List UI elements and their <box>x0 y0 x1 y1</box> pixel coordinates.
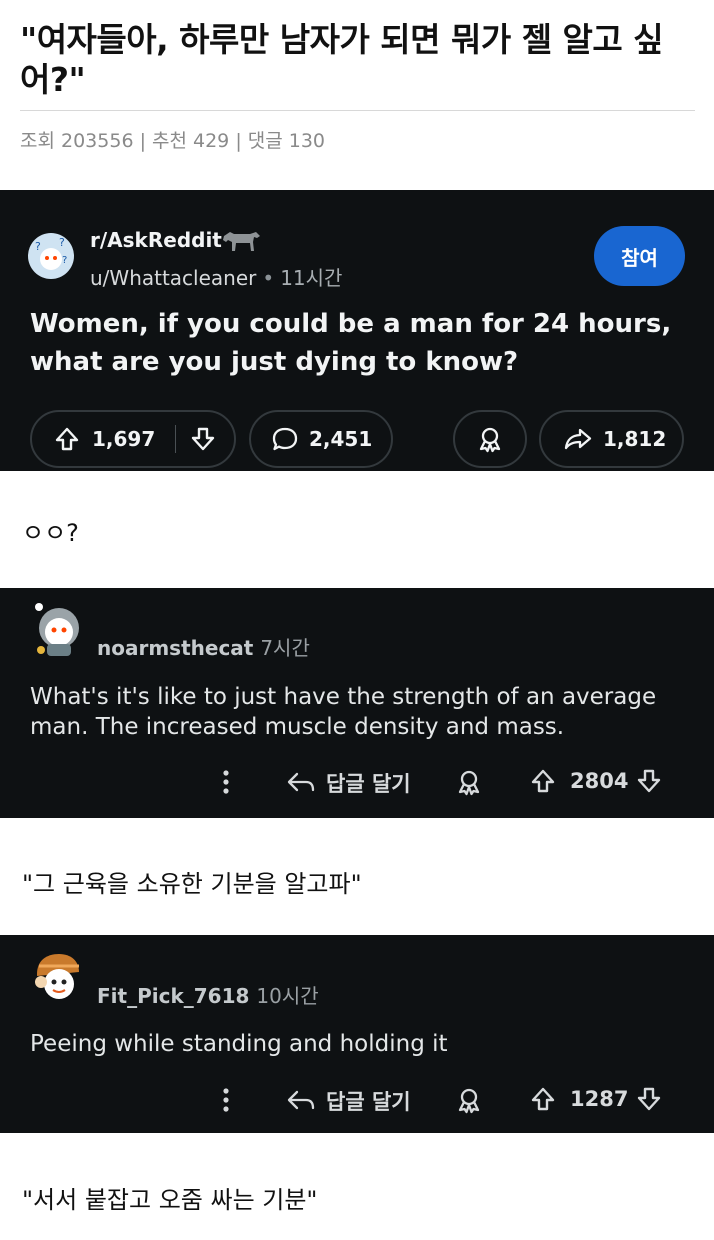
comment-time: 7시간 <box>260 636 310 660</box>
downvote-icon[interactable] <box>636 1086 662 1112</box>
article-meta: 조회 203556 | 추천 429 | 댓글 130 <box>20 130 326 152</box>
upvote-count: 1,697 <box>92 427 156 451</box>
svg-text:?: ? <box>62 255 67 266</box>
award-icon <box>476 425 504 453</box>
comment-count: 2,451 <box>309 427 373 451</box>
join-button[interactable]: 참여 <box>594 226 685 286</box>
comment-body: Peeing while standing and holding it <box>30 1031 448 1057</box>
reply-icon <box>287 1090 315 1110</box>
svg-text:?: ? <box>35 240 41 253</box>
comment-vote-bar: 1287 <box>530 1086 662 1112</box>
share-icon <box>563 426 593 452</box>
horse-icon <box>223 232 260 251</box>
separator-dot: • <box>262 266 275 290</box>
comment-icon <box>271 426 299 452</box>
award-button[interactable] <box>455 768 483 796</box>
reply-label: 답글 달기 <box>326 772 411 796</box>
vote-pill: 1,697 <box>30 410 236 468</box>
article-title: "여자들아, 하루만 남자가 되면 뭐가 젤 알고 싶어?" <box>20 20 664 99</box>
subreddit-avatar[interactable]: ? ? ? <box>28 233 74 279</box>
more-icon <box>223 1088 229 1112</box>
caption-3: "서서 붙잡고 오줌 싸는 기분" <box>22 1186 318 1214</box>
user-avatar[interactable] <box>33 600 83 658</box>
post-author[interactable]: u/Whattacleaner <box>90 266 256 290</box>
vote-divider <box>175 425 177 453</box>
comment-vote-bar: 2804 <box>530 768 662 794</box>
award-button[interactable] <box>455 1086 483 1114</box>
article-header: "여자들아, 하루만 남자가 되면 뭐가 젤 알고 싶어?" 조회 203556… <box>0 0 714 190</box>
subreddit-name[interactable]: r/AskReddit <box>90 228 222 252</box>
upvote-icon[interactable] <box>530 768 556 794</box>
post-title[interactable]: Women, if you could be a man for 24 hour… <box>30 305 690 381</box>
comments-button[interactable]: 2,451 <box>249 410 393 468</box>
comment-time: 10시간 <box>256 984 319 1008</box>
reply-button[interactable]: 답글 달기 <box>286 1086 411 1116</box>
caption-2: "그 근육을 소유한 기분을 알고파" <box>22 870 362 898</box>
comment-username[interactable]: Fit_Pick_7618 <box>97 984 249 1008</box>
more-options-button[interactable] <box>216 768 236 796</box>
comment-username[interactable]: noarmsthecat <box>97 636 253 660</box>
post-time: 11시간 <box>280 266 343 290</box>
downvote-icon[interactable] <box>190 426 216 452</box>
comment-user-line: noarmsthecat 7시간 <box>97 632 310 661</box>
comment-user-line: Fit_Pick_7618 10시간 <box>97 980 319 1009</box>
share-count: 1,812 <box>603 427 667 451</box>
reply-icon <box>287 772 315 792</box>
upvote-icon[interactable] <box>54 426 80 452</box>
svg-text:?: ? <box>59 236 65 249</box>
more-icon <box>223 770 229 794</box>
post-author-line: u/Whattacleaner • 11시간 <box>90 262 342 291</box>
more-options-button[interactable] <box>216 1086 236 1114</box>
award-icon <box>458 1088 480 1114</box>
share-button[interactable]: 1,812 <box>539 410 684 468</box>
comment-vote-count: 2804 <box>570 769 629 793</box>
caption-1: ㅇㅇ? <box>22 519 79 547</box>
award-button[interactable] <box>453 410 527 468</box>
downvote-icon[interactable] <box>636 768 662 794</box>
comment-body: What's it's like to just have the streng… <box>30 684 657 740</box>
award-icon <box>458 770 480 796</box>
reply-button[interactable]: 답글 달기 <box>286 768 411 798</box>
upvote-icon[interactable] <box>530 1086 556 1112</box>
comment-vote-count: 1287 <box>570 1087 629 1111</box>
divider <box>20 110 695 111</box>
reply-label: 답글 달기 <box>326 1090 411 1114</box>
user-avatar[interactable] <box>33 952 83 1010</box>
